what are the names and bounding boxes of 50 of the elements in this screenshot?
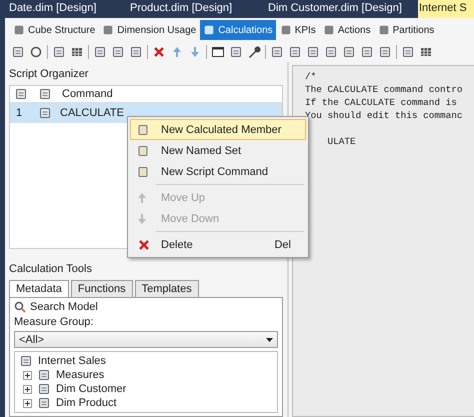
tab-icon	[378, 24, 390, 36]
expand-icon[interactable]	[23, 384, 32, 394]
x-icon[interactable]	[152, 45, 166, 59]
tab-icon	[102, 24, 114, 36]
panel-title: Calculation Tools	[8, 262, 93, 277]
panel-title: Script Organizer	[8, 67, 90, 82]
tool-tab[interactable]: Templates	[134, 280, 199, 297]
designer-tab[interactable]: KPIs	[276, 20, 319, 40]
expand-icon[interactable]	[23, 398, 32, 408]
tab-icon	[280, 24, 292, 36]
document-tab[interactable]: Dim Customer.dim [Design]	[266, 0, 418, 18]
tab-icon	[203, 24, 216, 36]
tab-icon	[322, 24, 335, 36]
designer-tab[interactable]: Partitions	[374, 20, 438, 40]
row-number: 1	[16, 107, 24, 119]
document-tab[interactable]: Internet S	[418, 0, 474, 18]
code-line: ULATE	[326, 135, 357, 148]
window-icon[interactable]	[211, 45, 225, 59]
grid-icon[interactable]	[70, 45, 84, 59]
measure-group-dropdown[interactable]: <All>	[14, 331, 278, 348]
code-editor[interactable]: /* The CALCULATE command contro If the CALCULATE command is You should edit this commanc ULATE	[292, 65, 474, 417]
x-icon[interactable]	[137, 238, 151, 252]
tree-item[interactable]: Dim Product	[56, 397, 117, 409]
tree-item[interactable]: Measures	[56, 369, 104, 381]
search-model-button[interactable]: Search Model	[14, 301, 278, 313]
code-line: /*	[305, 70, 318, 83]
down-arrow-icon	[137, 212, 147, 224]
code-line: The CALCULATE command contro	[305, 83, 464, 96]
tab-icon	[13, 24, 25, 36]
code-line: You should edit this commanc	[305, 109, 464, 122]
tool-tab[interactable]: Metadata	[9, 280, 69, 297]
expand-icon[interactable]	[23, 370, 32, 380]
tool-tab[interactable]: Functions	[70, 280, 133, 297]
designer-tab[interactable]: Actions	[320, 20, 374, 40]
designer-tab[interactable]: Dimension Usage	[99, 20, 200, 40]
designer-tab[interactable]: Calculations	[200, 20, 276, 40]
document-tab[interactable]: Date.dim [Design]	[7, 0, 128, 18]
column-header[interactable]: Command	[62, 88, 113, 100]
grid-icon[interactable]	[419, 45, 433, 59]
code-line: If the CALCULATE command is	[305, 96, 458, 109]
designer-tab[interactable]: Cube Structure	[10, 20, 98, 40]
tree-item[interactable]: Internet Sales	[38, 355, 106, 367]
up-arrow-icon	[137, 192, 147, 204]
document-tab[interactable]: Product.dim [Design]	[128, 0, 266, 18]
caret-icon	[266, 338, 273, 342]
menu-item[interactable]: New Calculated Member	[130, 119, 306, 140]
search-icon	[14, 301, 26, 313]
field-label: Measure Group:	[14, 316, 94, 328]
tree-item[interactable]: Dim Customer	[56, 383, 126, 395]
command-cell: CALCULATE	[60, 107, 124, 119]
